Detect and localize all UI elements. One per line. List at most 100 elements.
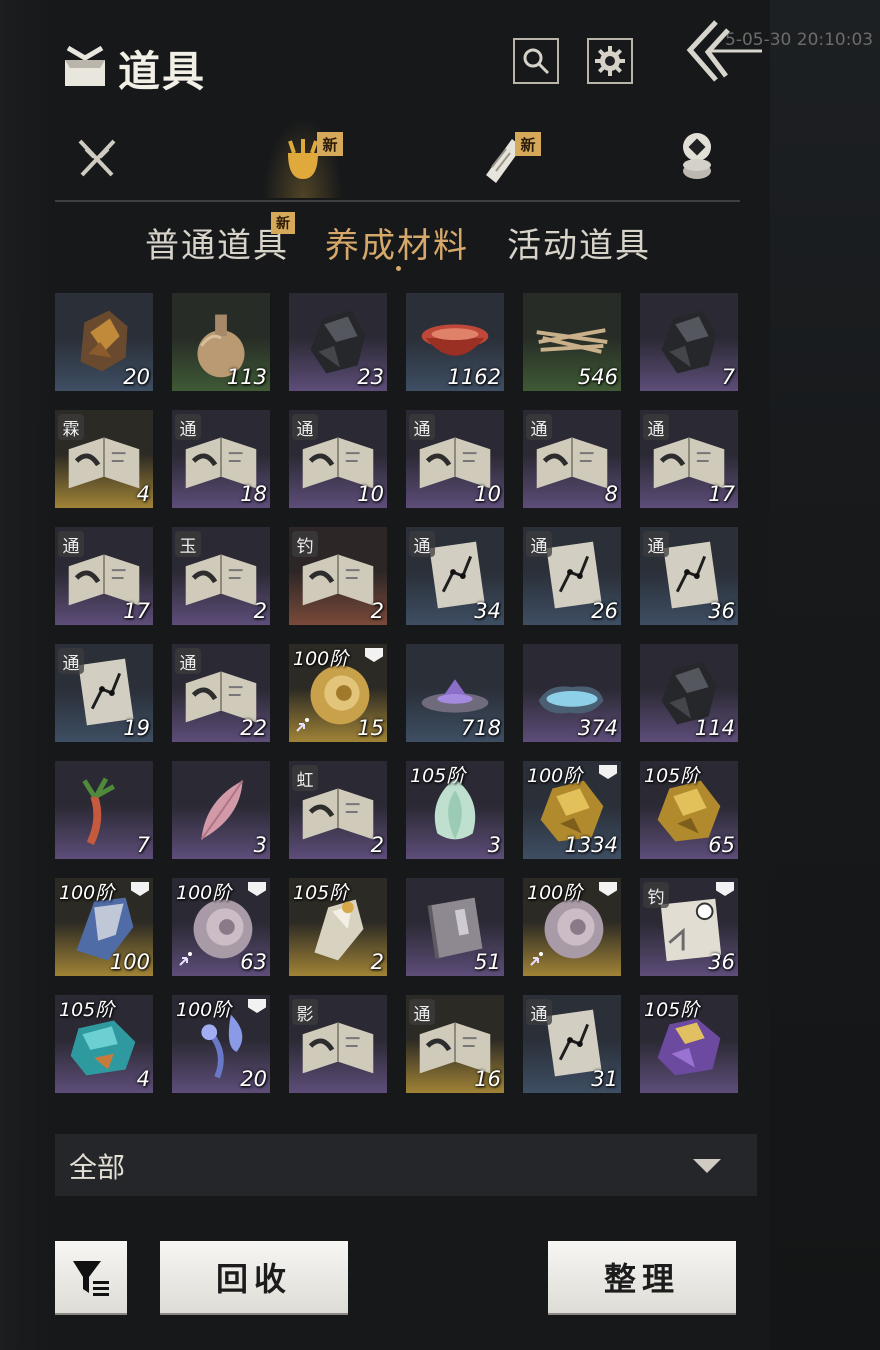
item-slot[interactable]: 105阶 3: [406, 761, 504, 859]
sort-button[interactable]: 整理: [548, 1241, 736, 1313]
item-slot[interactable]: 钓2: [289, 527, 387, 625]
item-tag-badge: 通: [643, 531, 669, 557]
item-tag-badge: 钓: [292, 531, 318, 557]
item-slot[interactable]: 105阶 65: [640, 761, 738, 859]
upgrade-sparkle-icon: [530, 952, 543, 966]
item-slot[interactable]: 通 16: [406, 995, 504, 1093]
item-slot[interactable]: 通 22: [172, 644, 270, 742]
tab-event-items[interactable]: 活动道具: [507, 218, 651, 267]
item-tier-label: 100阶: [59, 882, 115, 904]
item-slot[interactable]: 钓 36: [640, 878, 738, 976]
item-tag-badge: 通: [409, 414, 435, 440]
item-tag-badge: 虹: [292, 765, 318, 791]
item-slot[interactable]: 通 18: [172, 410, 270, 508]
item-quantity: 15: [357, 716, 384, 740]
item-slot[interactable]: 100阶 15: [289, 644, 387, 742]
chevron-down-icon: [693, 1159, 721, 1173]
item-slot[interactable]: 通 10: [406, 410, 504, 508]
item-slot[interactable]: 通 19: [55, 644, 153, 742]
item-slot[interactable]: 通 31: [523, 995, 621, 1093]
item-slot[interactable]: 3: [172, 761, 270, 859]
filter-button[interactable]: [55, 1241, 127, 1313]
item-quantity: 17: [123, 599, 150, 623]
back-button[interactable]: [680, 18, 770, 88]
active-tab-indicator: [396, 266, 401, 271]
item-slot[interactable]: 玉2: [172, 527, 270, 625]
item-quantity: 3: [487, 833, 501, 857]
item-slot[interactable]: 影: [289, 995, 387, 1093]
item-slot[interactable]: 7: [640, 293, 738, 391]
recycle-button[interactable]: 回收: [160, 1241, 348, 1313]
item-slot[interactable]: 374: [523, 644, 621, 742]
item-tag-badge: 玉: [175, 531, 201, 557]
item-slot[interactable]: 100阶 63: [172, 878, 270, 976]
item-slot[interactable]: 718: [406, 644, 504, 742]
item-quantity: 374: [577, 716, 618, 740]
item-slot[interactable]: 通 17: [640, 410, 738, 508]
item-quantity: 4: [136, 1067, 150, 1091]
item-slot[interactable]: 51: [406, 878, 504, 976]
item-slot[interactable]: 通 36: [640, 527, 738, 625]
item-quantity: 19: [123, 716, 150, 740]
item-tag-badge: 霖: [58, 414, 84, 440]
category-filter-dropdown[interactable]: 全部: [55, 1134, 757, 1196]
item-slot[interactable]: 23: [289, 293, 387, 391]
item-slot[interactable]: 通 10: [289, 410, 387, 508]
item-tag-badge: 通: [58, 531, 84, 557]
item-quantity: 8: [604, 482, 618, 506]
item-slot[interactable]: 虹2: [289, 761, 387, 859]
item-tag-badge: 通: [175, 648, 201, 674]
new-badge: 新: [515, 132, 541, 156]
item-slot[interactable]: 霖4: [55, 410, 153, 508]
item-tag-badge: 通: [409, 999, 435, 1025]
item-quantity: 718: [460, 716, 501, 740]
tab-common-items[interactable]: 普通道具: [145, 218, 289, 267]
item-slot[interactable]: 1162: [406, 293, 504, 391]
tab-items[interactable]: 新: [263, 118, 343, 198]
item-quantity: 2: [370, 950, 384, 974]
gear-icon: [595, 46, 625, 76]
item-slot[interactable]: 105阶 2: [289, 878, 387, 976]
tab-currency[interactable]: [657, 118, 737, 198]
item-quantity: 34: [474, 599, 501, 623]
item-tag-badge: 通: [292, 414, 318, 440]
item-quantity: 113: [226, 365, 267, 389]
item-slot[interactable]: 105阶 4: [55, 995, 153, 1093]
item-quantity: 16: [474, 1067, 501, 1091]
item-quantity: 63: [240, 950, 267, 974]
filter-icon: [73, 1261, 109, 1296]
item-slot[interactable]: 100阶 100: [55, 878, 153, 976]
item-slot[interactable]: 7: [55, 761, 153, 859]
item-tag-badge: 钓: [643, 882, 669, 908]
item-slot[interactable]: 通 17: [55, 527, 153, 625]
bag-title-icon: [65, 45, 105, 86]
item-slot[interactable]: 114: [640, 644, 738, 742]
item-slot[interactable]: 通 34: [406, 527, 504, 625]
tab-growth-materials[interactable]: 养成材料: [325, 218, 469, 267]
item-quantity: 1162: [447, 365, 501, 389]
item-quantity: 51: [474, 950, 501, 974]
item-quantity: 10: [357, 482, 384, 506]
search-button[interactable]: [513, 38, 559, 84]
tab-scrolls[interactable]: 新: [463, 118, 543, 198]
item-tier-label: 105阶: [293, 882, 349, 904]
item-slot[interactable]: 100阶 1334: [523, 761, 621, 859]
item-tag-badge: 通: [409, 531, 435, 557]
sub-tabs: 普通道具 新 养成材料 活动道具: [145, 212, 705, 278]
item-slot[interactable]: 通8: [523, 410, 621, 508]
item-slot[interactable]: 105阶: [640, 995, 738, 1093]
item-quantity: 1334: [564, 833, 618, 857]
item-quantity: 36: [708, 950, 735, 974]
item-quantity: 4: [136, 482, 150, 506]
item-quantity: 18: [240, 482, 267, 506]
settings-button[interactable]: [587, 38, 633, 84]
item-slot[interactable]: 20: [55, 293, 153, 391]
item-slot[interactable]: 通 26: [523, 527, 621, 625]
item-quantity: 20: [123, 365, 150, 389]
upgrade-sparkle-icon: [179, 952, 192, 966]
item-slot[interactable]: 546: [523, 293, 621, 391]
item-slot[interactable]: 100阶 20: [172, 995, 270, 1093]
item-slot[interactable]: 113: [172, 293, 270, 391]
item-slot[interactable]: 100阶: [523, 878, 621, 976]
tab-equipment[interactable]: [57, 118, 137, 198]
